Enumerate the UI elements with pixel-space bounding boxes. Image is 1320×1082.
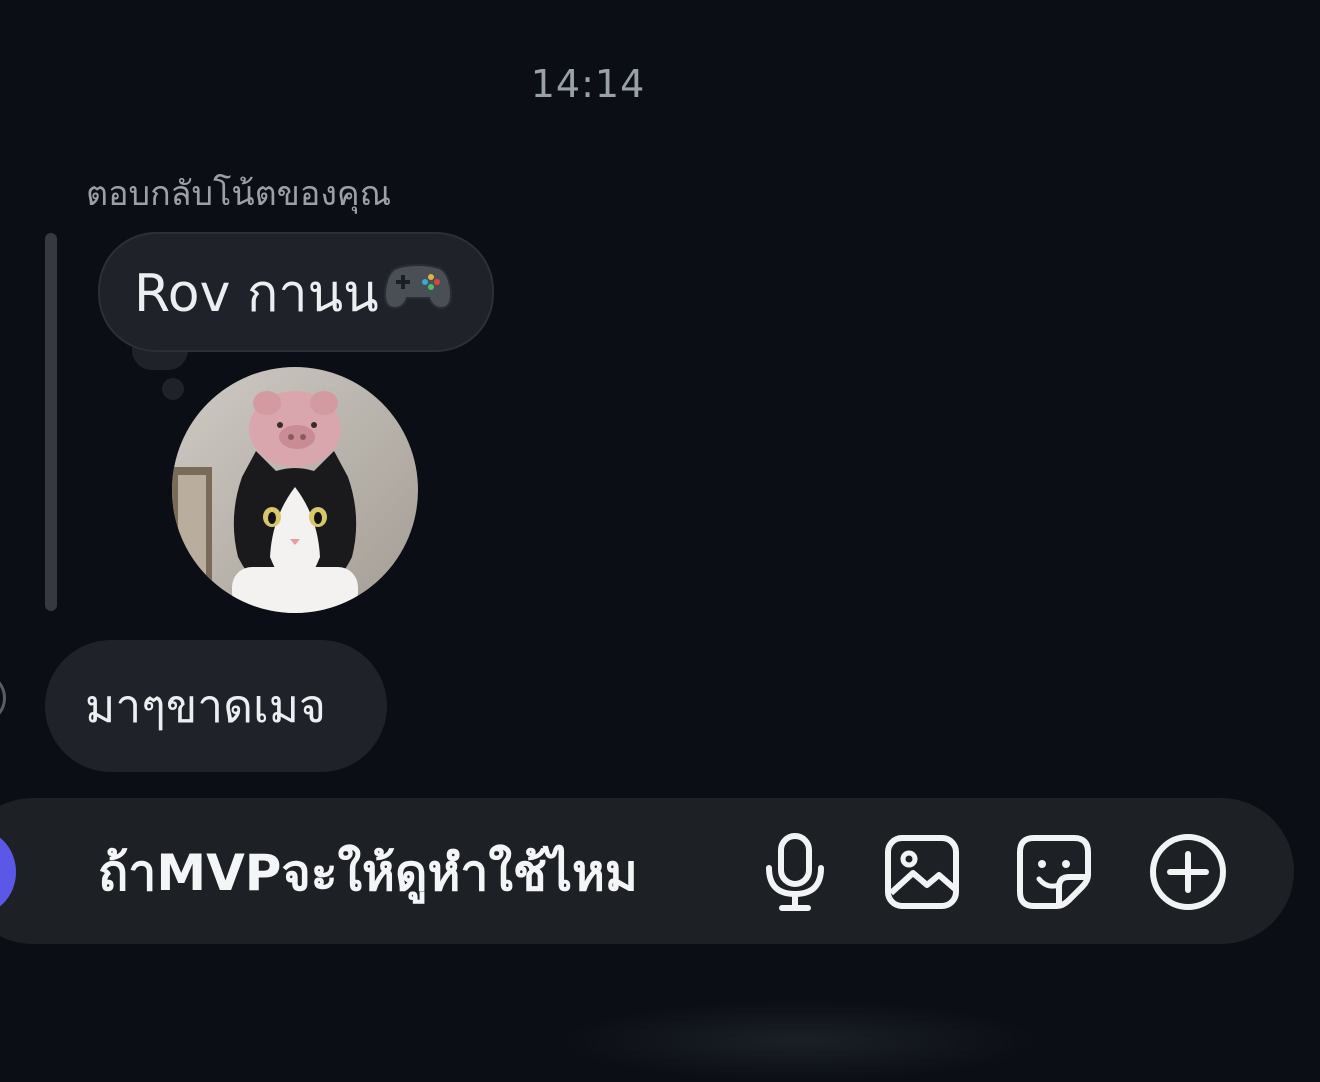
message-input[interactable]: ถ้าMVPจะให้ดูหำใช้ไหม (98, 834, 718, 906)
image-icon[interactable] (880, 830, 964, 914)
note-bubble[interactable]: Rov กานน (98, 232, 494, 352)
message-text: มาๆขาดเมจ (85, 678, 327, 733)
reply-quote-bar (45, 233, 57, 611)
note-bubble-tail-dot (162, 378, 184, 400)
microphone-icon[interactable] (753, 830, 837, 914)
plus-circle-icon[interactable] (1146, 830, 1230, 914)
note-avatar[interactable] (172, 367, 418, 613)
reply-caption: ตอบกลับโน้ตของคุณ (86, 174, 392, 214)
note-text: Rov กานน (134, 263, 379, 324)
sticker-icon[interactable] (1012, 830, 1096, 914)
message-timestamp: 14:14 (530, 62, 646, 106)
chat-screen: 14:14 ตอบกลับโน้ตของคุณ Rov กานน มาๆขาดเ… (0, 0, 1320, 1082)
home-indicator-glow (560, 1000, 1040, 1082)
gamepad-icon (383, 258, 453, 327)
sender-avatar[interactable] (0, 672, 6, 724)
message-bubble[interactable]: มาๆขาดเมจ (45, 640, 387, 772)
